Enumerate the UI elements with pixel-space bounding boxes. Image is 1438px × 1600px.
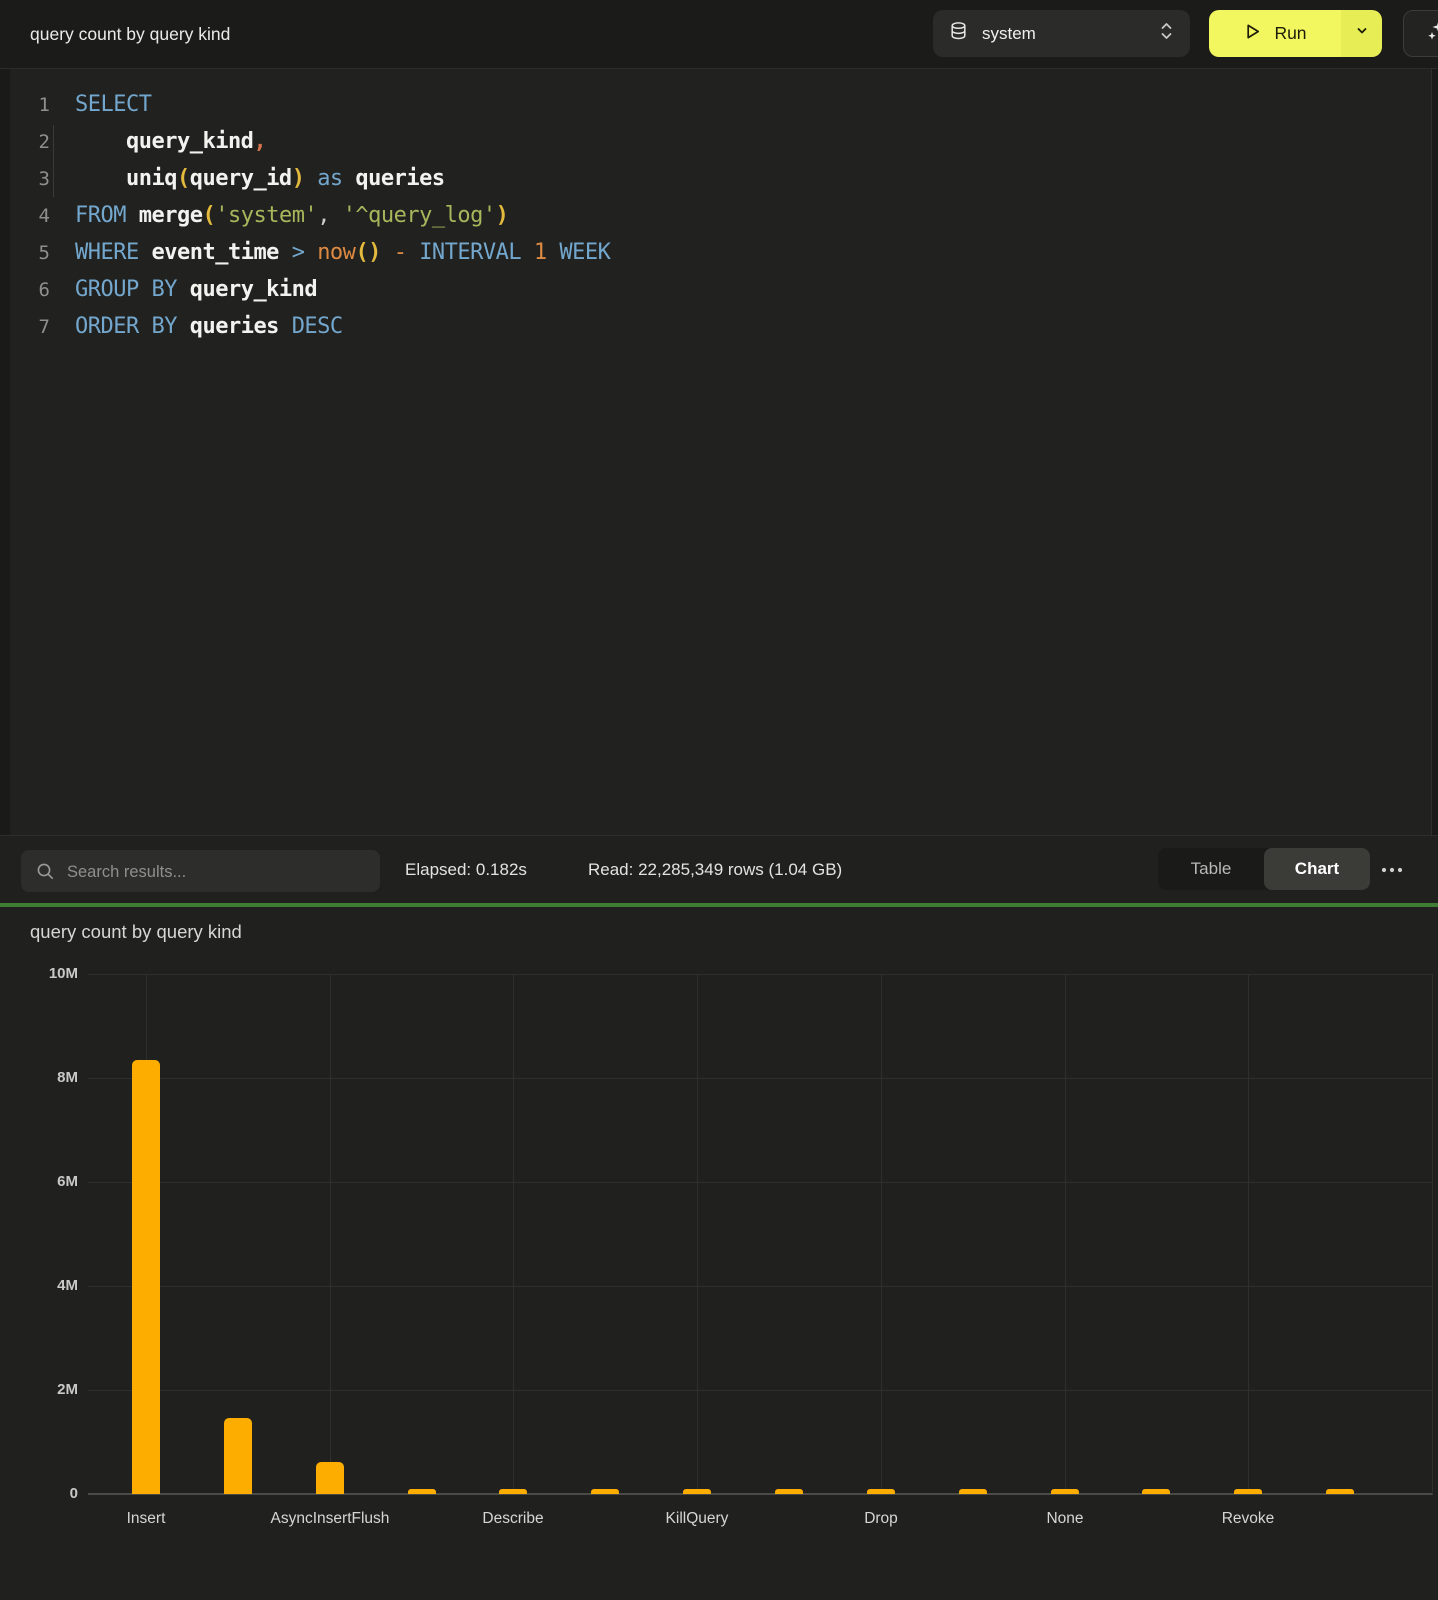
top-toolbar: query count by query kind system — [0, 0, 1438, 69]
line-number: 3 — [10, 168, 50, 190]
x-axis-label-killquery: KillQuery — [597, 1510, 797, 1528]
tab-table[interactable]: Table — [1158, 848, 1264, 890]
bar-unlabeled-5[interactable] — [591, 1489, 619, 1494]
gridline-x-3 — [697, 974, 698, 1494]
y-axis-tick-0: 0 — [18, 1483, 78, 1505]
results-toolbar: Elapsed: 0.182s Read: 22,285,349 rows (1… — [0, 835, 1438, 903]
bar-drop[interactable] — [867, 1489, 895, 1494]
bar-unlabeled-7[interactable] — [775, 1489, 803, 1494]
chevron-up-down-icon — [1159, 19, 1174, 48]
chart-panel: query count by query kind 10M8M6M4M2M0In… — [0, 907, 1438, 1600]
run-button-group: Run — [1209, 10, 1382, 57]
bar-none[interactable] — [1051, 1489, 1079, 1494]
x-axis-label-none: None — [965, 1510, 1165, 1528]
elapsed-stat: Elapsed: 0.182s — [405, 836, 527, 904]
bar-killquery[interactable] — [683, 1489, 711, 1494]
line-number: 6 — [10, 279, 50, 301]
x-axis-label-drop: Drop — [781, 1510, 981, 1528]
query-title: query count by query kind — [30, 0, 230, 68]
gridline-y-4M — [88, 1286, 1433, 1287]
gridline-y-2M — [88, 1390, 1433, 1391]
code-line-5[interactable]: 5WHERE event_time > now() - INTERVAL 1 W… — [10, 234, 1431, 271]
database-selector[interactable]: system — [933, 10, 1190, 57]
code-line-7[interactable]: 7ORDER BY queries DESC — [10, 308, 1431, 345]
bar-chart: 10M 8M 6M 4M 2M 0 InsertAsyncInsertFlushDescri… — [0, 907, 1438, 1600]
y-axis-tick-8M: 8M — [18, 1067, 78, 1089]
code-line-4[interactable]: 4FROM merge('system', '^query_log') — [10, 197, 1431, 234]
gridline-y-8M — [88, 1078, 1433, 1079]
more-options-button[interactable] — [1376, 858, 1408, 882]
bar-unlabeled-13[interactable] — [1326, 1489, 1354, 1494]
y-axis-tick-6M: 6M — [18, 1171, 78, 1193]
bar-asyncinsertflush[interactable] — [316, 1462, 344, 1494]
bar-unlabeled-9[interactable] — [959, 1489, 987, 1494]
run-options-button[interactable] — [1341, 10, 1382, 57]
ellipsis-icon — [1380, 861, 1404, 879]
line-number: 4 — [10, 205, 50, 227]
line-number: 5 — [10, 242, 50, 264]
bar-revoke[interactable] — [1234, 1489, 1262, 1494]
search-results-box — [21, 850, 380, 892]
bar-unlabeled-1[interactable] — [224, 1418, 252, 1494]
line-number: 7 — [10, 316, 50, 338]
indent-guide — [53, 125, 54, 197]
gridline-y-0 — [88, 1493, 1433, 1495]
y-axis-tick-2M: 2M — [18, 1379, 78, 1401]
bar-unlabeled-11[interactable] — [1142, 1489, 1170, 1494]
bar-unlabeled-3[interactable] — [408, 1489, 436, 1494]
line-number: 2 — [10, 131, 50, 153]
search-icon — [36, 862, 55, 886]
view-toggle: TableChart — [1158, 848, 1370, 890]
code-line-1[interactable]: 1SELECT — [10, 86, 1431, 123]
read-stat: Read: 22,285,349 rows (1.04 GB) — [588, 836, 842, 904]
run-button[interactable]: Run — [1209, 10, 1341, 57]
search-results-input[interactable] — [65, 850, 369, 894]
x-axis-label-describe: Describe — [413, 1510, 613, 1528]
gridline-x-6 — [1248, 974, 1249, 1494]
gridline-x-2 — [513, 974, 514, 1494]
bar-insert[interactable] — [132, 1060, 160, 1494]
chevron-down-icon — [1354, 23, 1370, 44]
run-button-label: Run — [1274, 23, 1306, 44]
x-axis-label-insert: Insert — [46, 1510, 246, 1528]
database-icon — [949, 21, 968, 46]
bar-describe[interactable] — [499, 1489, 527, 1494]
sparkles-icon — [1426, 20, 1438, 47]
gridline-y-6M — [88, 1182, 1433, 1183]
x-axis-label-asyncinsertflush: AsyncInsertFlush — [230, 1510, 430, 1528]
line-number: 1 — [10, 94, 50, 116]
gridline-x-5 — [1065, 974, 1066, 1494]
tab-chart[interactable]: Chart — [1264, 848, 1370, 890]
gridline-x-7 — [1432, 974, 1433, 1494]
code-line-6[interactable]: 6GROUP BY query_kind — [10, 271, 1431, 308]
x-axis-label-revoke: Revoke — [1148, 1510, 1348, 1528]
gridline-y-10M — [88, 974, 1433, 975]
code-line-2[interactable]: 2 query_kind, — [10, 123, 1431, 160]
gridline-x-4 — [881, 974, 882, 1494]
play-icon — [1243, 22, 1262, 46]
gridline-x-1 — [330, 974, 331, 1494]
ai-assistant-button[interactable] — [1403, 10, 1438, 57]
sql-editor[interactable]: 1SELECT2 query_kind,3 uniq(query_id) as … — [10, 68, 1432, 835]
y-axis-tick-10M: 10M — [18, 963, 78, 985]
y-axis-tick-4M: 4M — [18, 1275, 78, 1297]
code-line-3[interactable]: 3 uniq(query_id) as queries — [10, 160, 1431, 197]
database-selector-value: system — [982, 24, 1036, 44]
